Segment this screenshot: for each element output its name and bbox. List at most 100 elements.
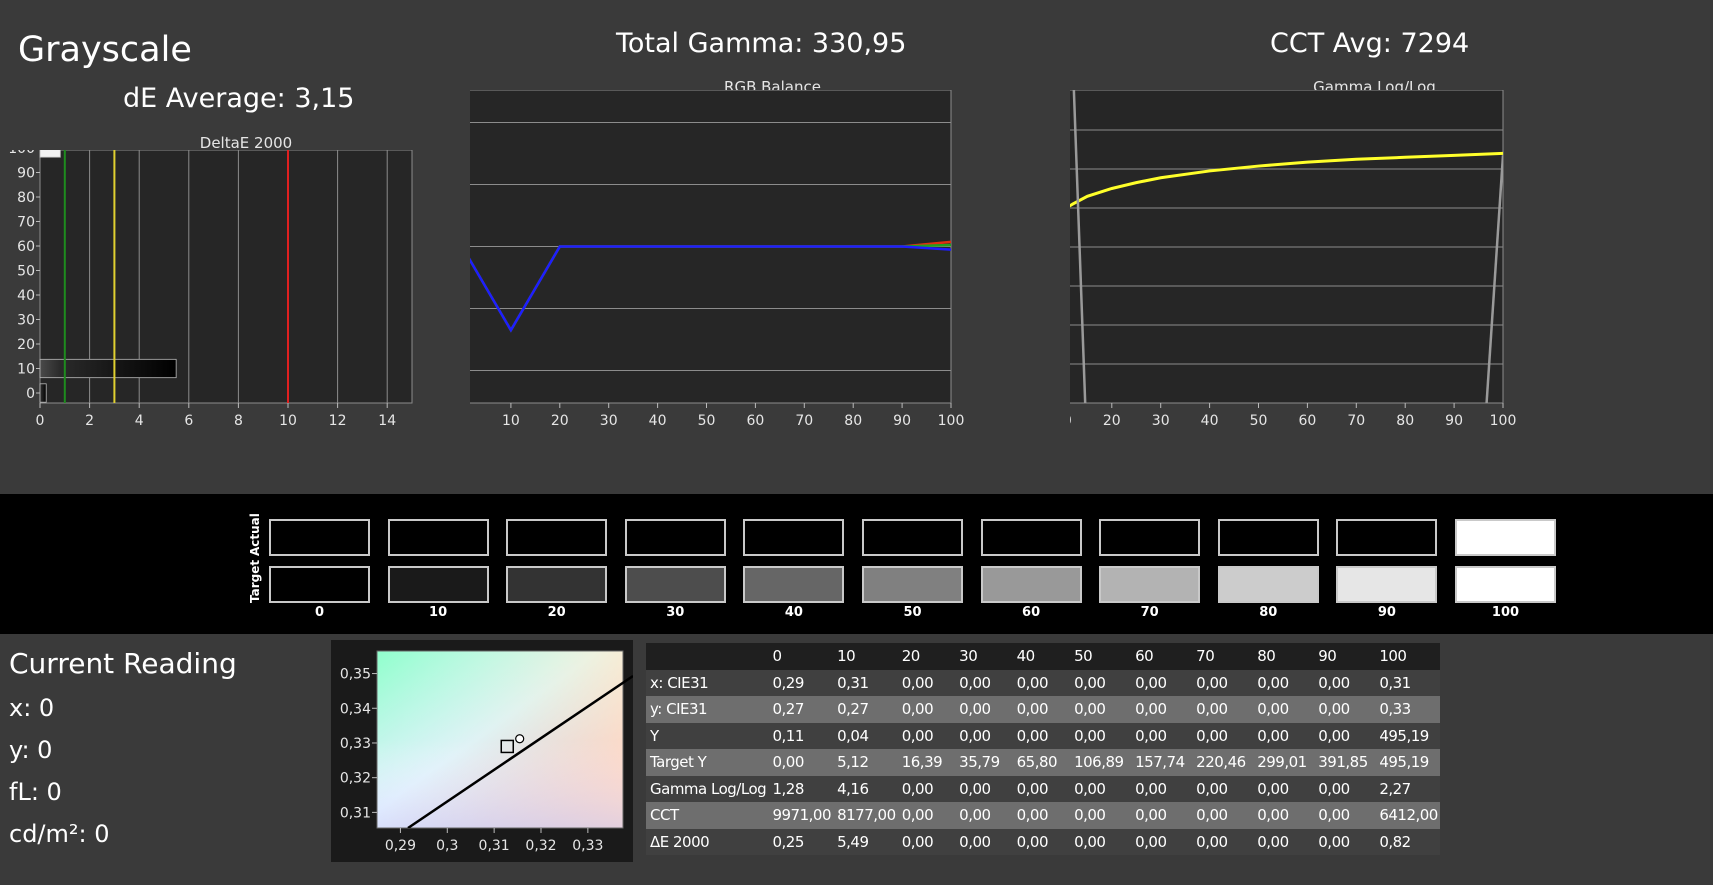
x-tick-label: 0,32 xyxy=(525,838,556,854)
swatch-label: 100 xyxy=(1491,605,1520,620)
table-header-cell: 100 xyxy=(1379,647,1407,666)
table-header-cell: 40 xyxy=(1016,647,1036,666)
table-cell: 0,00 xyxy=(1135,726,1167,745)
table-cell: 0,00 xyxy=(901,700,934,719)
y-tick-label: 0 xyxy=(26,386,35,402)
target-swatch xyxy=(1217,566,1319,603)
y-tick-label: 0,32 xyxy=(340,771,371,787)
y-tick-label: 90 xyxy=(17,166,35,182)
actual-swatch xyxy=(980,519,1082,556)
table-cell: 0,00 xyxy=(1074,806,1106,825)
table-cell: 35,79 xyxy=(959,753,1000,772)
swatch-label: 90 xyxy=(1377,605,1396,620)
x-tick-label: 40 xyxy=(1201,413,1219,429)
x-tick-label: 0,33 xyxy=(572,838,603,854)
swatch-label: 0 xyxy=(314,605,325,620)
swatch-label: 20 xyxy=(547,605,566,620)
table-row: Gamma Log/Log 1,28 4,16 0,00 0,00 0,00 0,00 0,0… xyxy=(646,775,1440,802)
table-header-row: 0 10 20 30 40 50 60 70 80 90 100 xyxy=(646,643,1440,670)
table-cell: 0,00 xyxy=(959,779,991,798)
table-cell: 9971,00 xyxy=(772,806,831,825)
x-tick-label: 50 xyxy=(1250,413,1268,429)
row-label: Target Y xyxy=(650,753,707,772)
swatch-label: 60 xyxy=(1022,605,1041,620)
table-header-cell: 10 xyxy=(837,647,856,666)
target-swatch xyxy=(269,566,370,603)
table-cell: 2,27 xyxy=(1379,779,1411,798)
table-header-cell: 70 xyxy=(1196,647,1215,666)
x-tick-label: 70 xyxy=(1347,413,1365,429)
table-cell: 0,00 xyxy=(959,806,991,825)
deltae-bar xyxy=(39,358,177,379)
table-cell: 0,00 xyxy=(1196,700,1228,719)
table-cell: 8177,00 xyxy=(837,806,896,825)
table-cell: 0,00 xyxy=(901,832,934,851)
x-tick-label: 8 xyxy=(234,413,243,429)
row-label: CCT xyxy=(650,806,679,825)
table-cell: 0,00 xyxy=(1016,806,1049,825)
x-tick-label: 10 xyxy=(279,413,297,429)
y-tick-label: 0,35 xyxy=(340,667,371,683)
x-tick-label: 50 xyxy=(698,413,716,429)
x-tick-label: 0,29 xyxy=(385,838,416,854)
table-cell: 16,39 xyxy=(901,753,943,772)
table-cell: 0,33 xyxy=(1379,700,1411,719)
table-cell: 1,28 xyxy=(772,779,804,798)
x-tick-label: 12 xyxy=(329,413,347,429)
table-cell: 5,12 xyxy=(837,753,869,772)
target-swatch xyxy=(387,566,489,603)
row-label: ΔE 2000 xyxy=(650,832,710,851)
actual-swatch xyxy=(862,519,963,556)
table-cell: 0,00 xyxy=(1135,673,1167,692)
table-cell: 0,00 xyxy=(959,700,991,719)
table-cell: 0,00 xyxy=(1016,700,1049,719)
table-header-cell xyxy=(646,643,768,670)
table-header-cell: 50 xyxy=(1074,647,1093,666)
swatch-label: 80 xyxy=(1259,605,1278,620)
measurement-table: 0 10 20 30 40 50 60 70 80 90 100 x: CIE31 0,29 0,31 0… xyxy=(646,643,1440,855)
table-header-cell: 20 xyxy=(901,647,921,666)
table-cell: 0,00 xyxy=(1257,806,1289,825)
x-tick-label: 0,31 xyxy=(479,838,510,854)
swatch-label: 30 xyxy=(666,605,685,620)
actual-swatch xyxy=(743,519,845,556)
x-tick-label: 4 xyxy=(135,413,144,429)
table-cell: 106,89 xyxy=(1074,753,1124,772)
target-swatch xyxy=(862,566,963,603)
row-label: Y xyxy=(650,726,659,745)
table-cell: 391,85 xyxy=(1318,753,1368,772)
x-tick-label: 80 xyxy=(844,413,862,429)
table-cell: 0,29 xyxy=(772,673,804,692)
x-tick-label: 90 xyxy=(893,413,911,429)
y-tick-label: 70 xyxy=(17,215,35,231)
table-cell: 0,00 xyxy=(1257,832,1289,851)
table-cell: 0,00 xyxy=(1074,832,1106,851)
table-cell: 0,00 xyxy=(901,779,934,798)
reading-x: x: 0 xyxy=(9,694,55,722)
x-tick-label: 40 xyxy=(649,413,667,429)
table-header-cell: 0 xyxy=(772,647,782,666)
y-tick-label: 40 xyxy=(17,288,35,304)
table-cell: 0,00 xyxy=(901,673,934,692)
x-tick-label: 2 xyxy=(85,413,94,429)
reading-fl: fL: 0 xyxy=(9,778,62,806)
table-cell: 0,00 xyxy=(772,753,804,772)
table-cell: 0,00 xyxy=(1016,832,1049,851)
actual-swatch xyxy=(269,519,370,556)
table-cell: 0,25 xyxy=(772,832,804,851)
x-tick-label: 70 xyxy=(795,413,813,429)
deltae-bar xyxy=(39,383,47,403)
table-cell: 0,00 xyxy=(1074,700,1106,719)
y-tick-label: 0,31 xyxy=(340,805,371,821)
x-tick-label: 30 xyxy=(600,413,618,429)
x-tick-label: 20 xyxy=(1103,413,1121,429)
table-cell: 0,82 xyxy=(1379,832,1411,851)
target-swatch xyxy=(980,566,1082,603)
table-cell: 0,00 xyxy=(1318,726,1350,745)
y-tick-label: 30 xyxy=(17,313,35,329)
target-swatch xyxy=(1455,566,1556,603)
table-cell: 0,27 xyxy=(772,700,804,719)
table-cell: 0,00 xyxy=(1257,779,1289,798)
table-cell: 0,00 xyxy=(1135,832,1167,851)
table-cell: 0,00 xyxy=(959,673,991,692)
